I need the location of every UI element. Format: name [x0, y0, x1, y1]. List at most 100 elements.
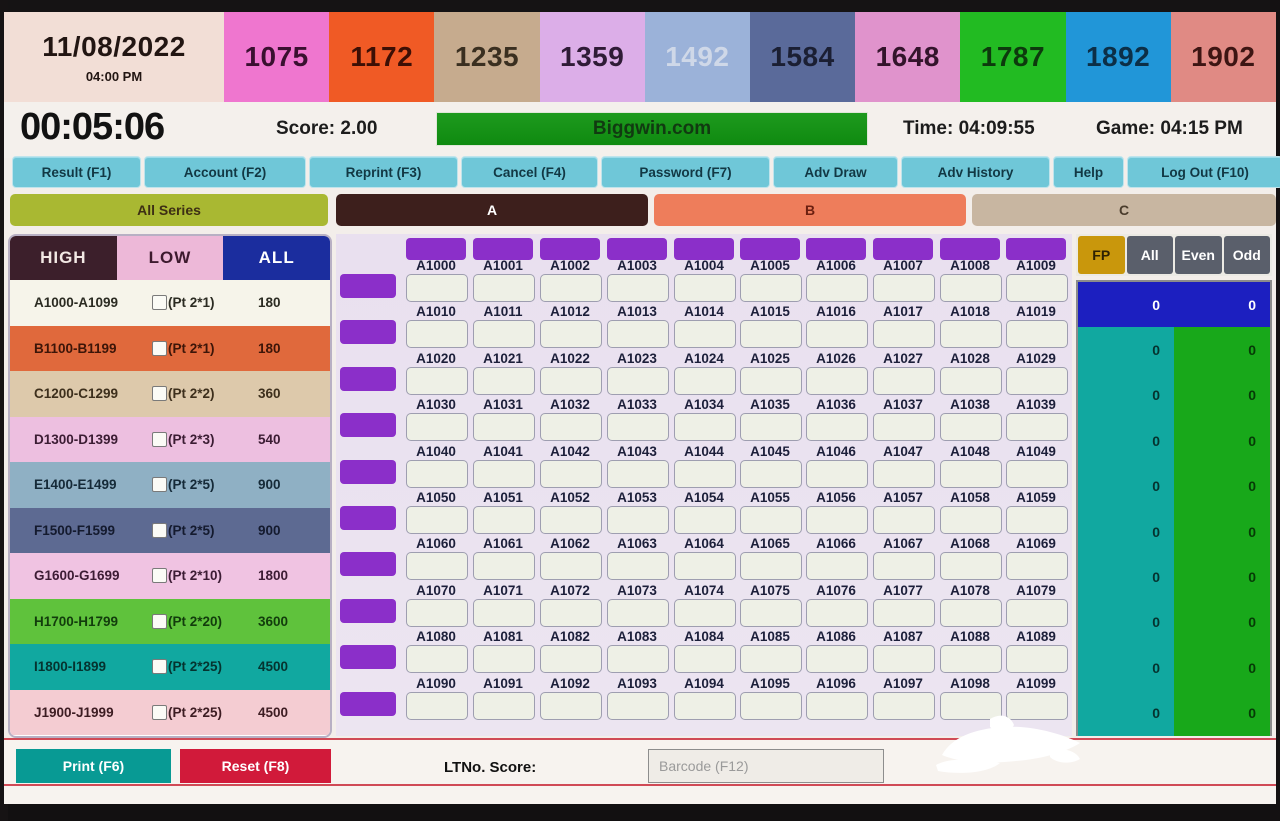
- function-button-adv-history[interactable]: Adv History: [901, 156, 1050, 188]
- summary-cell-right[interactable]: 0: [1174, 645, 1270, 691]
- grid-stake-input[interactable]: [1006, 366, 1068, 395]
- grid-stake-input[interactable]: [406, 459, 468, 488]
- grid-stake-input[interactable]: [940, 274, 1002, 302]
- function-button-account-f2[interactable]: Account (F2): [144, 156, 306, 188]
- grid-stake-input[interactable]: [540, 320, 602, 349]
- grid-stake-input[interactable]: [806, 645, 868, 674]
- series-checkbox[interactable]: [152, 295, 167, 311]
- grid-stake-input[interactable]: [873, 366, 935, 395]
- series-row[interactable]: D1300-D1399 (Pt 2*3) 540: [10, 416, 330, 462]
- series-checkbox[interactable]: [152, 613, 167, 629]
- grid-row-header-9[interactable]: [340, 691, 396, 716]
- series-check-group[interactable]: (Pt 2*5): [152, 477, 215, 493]
- function-button-password-f7[interactable]: Password (F7): [601, 156, 770, 188]
- grid-stake-input[interactable]: [406, 691, 468, 720]
- function-button-result-f1[interactable]: Result (F1): [12, 156, 141, 188]
- grid-stake-input[interactable]: [740, 274, 802, 302]
- grid-stake-input[interactable]: [1006, 506, 1068, 534]
- series-check-group[interactable]: (Pt 2*10): [152, 568, 222, 584]
- summary-cell-right[interactable]: 0: [1174, 418, 1270, 464]
- range-tab-all[interactable]: ALL: [223, 236, 330, 280]
- grid-stake-input[interactable]: [473, 506, 535, 534]
- series-checkbox[interactable]: [152, 659, 167, 675]
- grid-stake-input[interactable]: [740, 691, 802, 720]
- summary-cell-left[interactable]: 0: [1078, 282, 1174, 328]
- reset-button[interactable]: Reset (F8): [180, 749, 331, 783]
- grid-stake-input[interactable]: [406, 413, 468, 442]
- filter-button-fp[interactable]: FP: [1078, 236, 1125, 274]
- function-button-help[interactable]: Help: [1053, 156, 1124, 188]
- grid-stake-input[interactable]: [806, 320, 868, 349]
- series-checkbox[interactable]: [152, 431, 167, 447]
- grid-stake-input[interactable]: [540, 366, 602, 395]
- series-row[interactable]: F1500-F1599 (Pt 2*5) 900: [10, 507, 330, 553]
- grid-stake-input[interactable]: [540, 413, 602, 442]
- grid-stake-input[interactable]: [473, 459, 535, 488]
- series-check-group[interactable]: (Pt 2*25): [152, 659, 222, 675]
- grid-stake-input[interactable]: [940, 506, 1002, 534]
- grid-stake-input[interactable]: [740, 506, 802, 534]
- grid-stake-input[interactable]: [740, 552, 802, 581]
- grid-stake-input[interactable]: [540, 506, 602, 534]
- series-check-group[interactable]: (Pt 2*20): [152, 613, 222, 629]
- grid-stake-input[interactable]: [540, 552, 602, 581]
- summary-cell-right[interactable]: 0: [1174, 463, 1270, 509]
- series-tab-a[interactable]: A: [336, 194, 648, 226]
- series-check-group[interactable]: (Pt 2*3): [152, 431, 215, 447]
- grid-stake-input[interactable]: [674, 366, 736, 395]
- function-button-adv-draw[interactable]: Adv Draw: [773, 156, 898, 188]
- series-checkbox[interactable]: [152, 386, 167, 402]
- grid-stake-input[interactable]: [873, 552, 935, 581]
- grid-stake-input[interactable]: [473, 413, 535, 442]
- series-checkbox[interactable]: [152, 522, 167, 538]
- grid-stake-input[interactable]: [607, 645, 669, 674]
- grid-stake-input[interactable]: [540, 645, 602, 674]
- grid-stake-input[interactable]: [940, 366, 1002, 395]
- series-row[interactable]: J1900-J1999 (Pt 2*25) 4500: [10, 689, 330, 735]
- function-button-reprint-f3[interactable]: Reprint (F3): [309, 156, 458, 188]
- series-check-group[interactable]: (Pt 2*1): [152, 295, 215, 311]
- series-check-group[interactable]: (Pt 2*2): [152, 386, 215, 402]
- grid-column-header-0[interactable]: [406, 238, 466, 260]
- grid-stake-input[interactable]: [674, 691, 736, 720]
- series-row[interactable]: E1400-E1499 (Pt 2*5) 900: [10, 462, 330, 508]
- grid-stake-input[interactable]: [674, 459, 736, 488]
- filter-button-odd[interactable]: Odd: [1223, 236, 1270, 274]
- grid-column-header-8[interactable]: [940, 238, 1000, 260]
- summary-cell-right[interactable]: 0: [1174, 508, 1270, 555]
- range-tab-high[interactable]: HIGH: [10, 236, 117, 280]
- summary-cell-right[interactable]: 0: [1174, 599, 1270, 646]
- grid-stake-input[interactable]: [1006, 552, 1068, 581]
- grid-stake-input[interactable]: [806, 366, 868, 395]
- grid-stake-input[interactable]: [940, 459, 1002, 488]
- series-check-group[interactable]: (Pt 2*1): [152, 340, 215, 356]
- grid-stake-input[interactable]: [873, 413, 935, 442]
- grid-stake-input[interactable]: [473, 366, 535, 395]
- grid-stake-input[interactable]: [1006, 320, 1068, 349]
- grid-stake-input[interactable]: [1006, 459, 1068, 488]
- grid-stake-input[interactable]: [806, 274, 868, 302]
- grid-stake-input[interactable]: [873, 506, 935, 534]
- grid-stake-input[interactable]: [940, 413, 1002, 442]
- grid-stake-input[interactable]: [540, 691, 602, 720]
- grid-stake-input[interactable]: [607, 274, 669, 302]
- grid-stake-input[interactable]: [406, 552, 468, 581]
- grid-row-header-0[interactable]: [340, 274, 396, 298]
- grid-column-header-4[interactable]: [674, 238, 734, 260]
- grid-stake-input[interactable]: [607, 413, 669, 442]
- grid-row-header-2[interactable]: [340, 366, 396, 391]
- filter-button-even[interactable]: Even: [1175, 236, 1222, 274]
- grid-stake-input[interactable]: [473, 598, 535, 627]
- grid-column-header-2[interactable]: [540, 238, 600, 260]
- summary-cell-left[interactable]: 0: [1078, 554, 1174, 600]
- grid-stake-input[interactable]: [674, 413, 736, 442]
- grid-stake-input[interactable]: [406, 366, 468, 395]
- grid-stake-input[interactable]: [873, 598, 935, 627]
- summary-cell-left[interactable]: 0: [1078, 508, 1174, 555]
- series-tab-c[interactable]: C: [972, 194, 1276, 226]
- grid-stake-input[interactable]: [607, 598, 669, 627]
- summary-cell-right[interactable]: 0: [1174, 554, 1270, 600]
- series-checkbox[interactable]: [152, 477, 167, 493]
- grid-stake-input[interactable]: [806, 506, 868, 534]
- grid-row-header-1[interactable]: [340, 320, 396, 345]
